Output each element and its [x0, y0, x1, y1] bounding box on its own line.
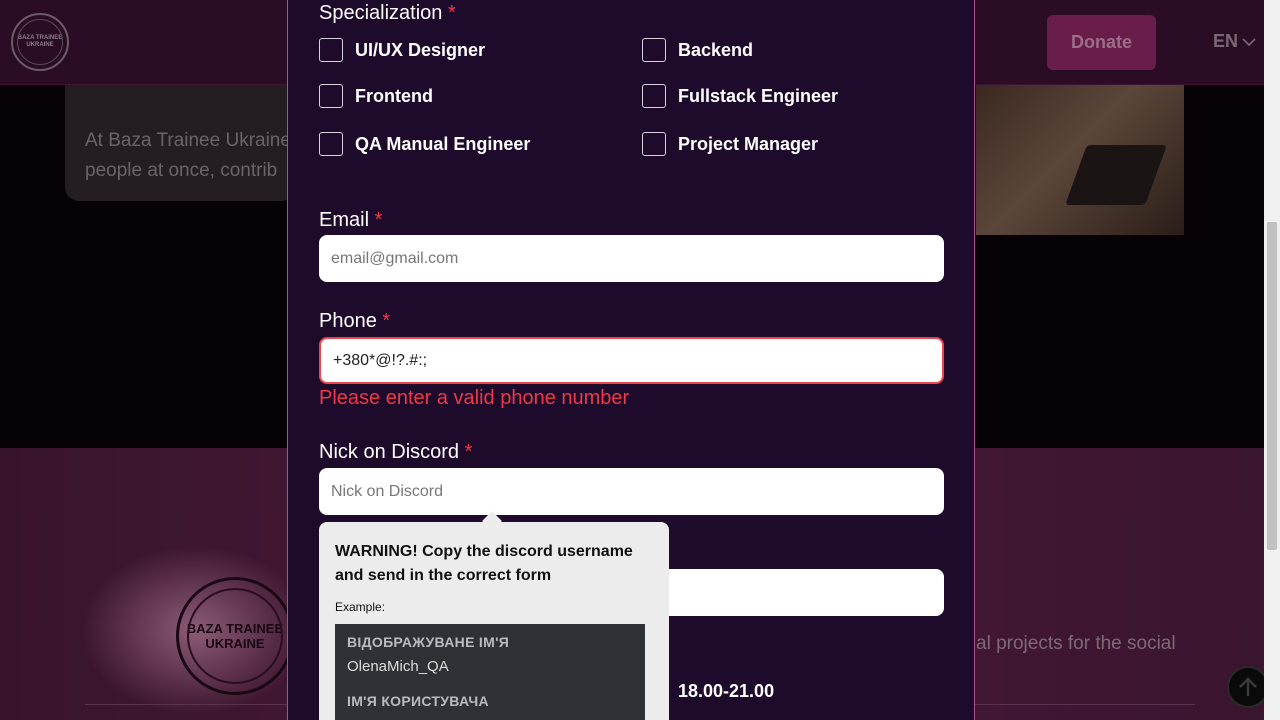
time-option[interactable]: 18.00-21.00	[678, 681, 774, 702]
email-label: Email *	[319, 209, 383, 231]
donate-button[interactable]: Donate	[1047, 15, 1156, 70]
hero-photo	[976, 85, 1184, 235]
checkbox-label: Project Manager	[678, 133, 819, 154]
tooltip-example-label: Example:	[335, 600, 386, 614]
checkbox-label: QA Manual Engineer	[355, 133, 531, 154]
scroll-to-top-button[interactable]	[1227, 666, 1269, 708]
display-name-heading: ВІДОБРАЖУВАНЕ ІМ'Я	[347, 634, 510, 650]
tooltip-title: WARNING! Copy the discord username and s…	[335, 543, 633, 584]
footer-logo-text: BAZA TRAINEE UKRAINE	[186, 621, 284, 651]
tooltip-example-image: ВІДОБРАЖУВАНЕ ІМ'Я OlenaMich_QA ІМ'Я КОР…	[335, 624, 645, 720]
checkbox[interactable]	[642, 84, 666, 108]
checkbox-label: Fullstack Engineer	[678, 85, 839, 106]
logo[interactable]: BAZA TRAINEE UKRAINE	[11, 13, 69, 71]
checkbox[interactable]	[319, 132, 343, 156]
hero-card-text: At Baza Trainee Ukraine people at once, c…	[85, 130, 291, 181]
checkbox[interactable]	[642, 132, 666, 156]
specialization-label: Specialization *	[319, 2, 456, 24]
footer-logo: BAZA TRAINEE UKRAINE	[176, 577, 294, 695]
email-field[interactable]: email@gmail.com	[319, 235, 944, 282]
phone-label: Phone *	[319, 310, 391, 332]
application-modal: Specialization * UI/UX Designer Backend …	[287, 0, 975, 720]
username-heading: ІМ'Я КОРИСТУВАЧА	[347, 693, 489, 709]
language-selector[interactable]: EN	[1213, 31, 1256, 52]
checkbox-backend[interactable]: Backend	[642, 38, 753, 62]
footer-text: al projects for the social	[976, 633, 1176, 654]
chevron-down-icon	[1242, 37, 1256, 46]
checkbox-uiux[interactable]: UI/UX Designer	[319, 38, 485, 62]
phone-field[interactable]: +380*@!?.#:;	[319, 337, 944, 384]
display-name-value: OlenaMich_QA	[347, 658, 449, 675]
checkbox-project-manager[interactable]: Project Manager	[642, 132, 818, 156]
discord-tooltip: WARNING! Copy the discord username and s…	[319, 522, 669, 720]
phone-value: +380*@!?.#:;	[333, 351, 428, 369]
checkbox-frontend[interactable]: Frontend	[319, 84, 433, 108]
scrollbar[interactable]	[1264, 0, 1280, 720]
email-placeholder: email@gmail.com	[331, 249, 459, 267]
discord-placeholder: Nick on Discord	[331, 482, 444, 500]
checkbox[interactable]	[642, 38, 666, 62]
scrollbar-thumb[interactable]	[1267, 222, 1277, 550]
logo-text: BAZA TRAINEE UKRAINE	[17, 35, 63, 48]
discord-label: Nick on Discord *	[319, 441, 473, 463]
checkbox-label: Frontend	[355, 85, 433, 106]
checkbox[interactable]	[319, 84, 343, 108]
checkbox[interactable]	[319, 38, 343, 62]
language-label: EN	[1213, 31, 1239, 51]
arrow-up-icon	[1239, 677, 1257, 696]
checkbox-label: UI/UX Designer	[355, 39, 486, 60]
checkbox-fullstack[interactable]: Fullstack Engineer	[642, 84, 838, 108]
checkbox-qa-manual[interactable]: QA Manual Engineer	[319, 132, 530, 156]
phone-error-message: Please enter a valid phone number	[319, 387, 630, 409]
discord-field[interactable]: Nick on Discord	[319, 468, 944, 515]
checkbox-label: Backend	[678, 39, 754, 60]
